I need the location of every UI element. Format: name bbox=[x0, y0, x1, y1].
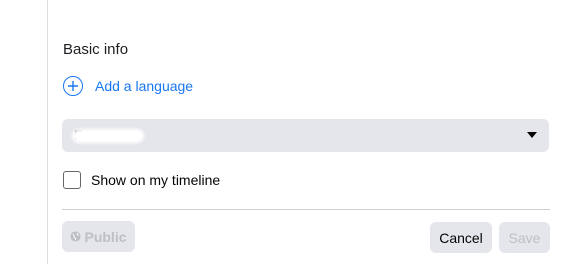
cancel-button[interactable]: Cancel bbox=[430, 222, 492, 253]
show-on-timeline-option[interactable]: Show on my timeline bbox=[63, 171, 220, 189]
section-title: Basic info bbox=[63, 41, 129, 58]
show-on-timeline-label: Show on my timeline bbox=[91, 172, 221, 188]
privacy-public-label: Public bbox=[84, 228, 127, 245]
language-select[interactable]: F bbox=[62, 119, 549, 152]
caret-down-icon bbox=[527, 132, 537, 138]
globe-icon bbox=[70, 231, 82, 242]
save-button[interactable]: Save bbox=[499, 222, 550, 253]
footer-divider bbox=[62, 209, 550, 210]
add-language-label: Add a language bbox=[95, 78, 194, 94]
show-on-timeline-checkbox[interactable] bbox=[63, 171, 81, 189]
plus-circle-icon bbox=[63, 76, 83, 96]
privacy-public-button[interactable]: Public bbox=[62, 221, 135, 252]
redaction-mark bbox=[72, 129, 144, 143]
edit-language-panel: Basic info Add a language F Show on my t… bbox=[47, 0, 579, 264]
add-language-button[interactable]: Add a language bbox=[63, 76, 193, 96]
